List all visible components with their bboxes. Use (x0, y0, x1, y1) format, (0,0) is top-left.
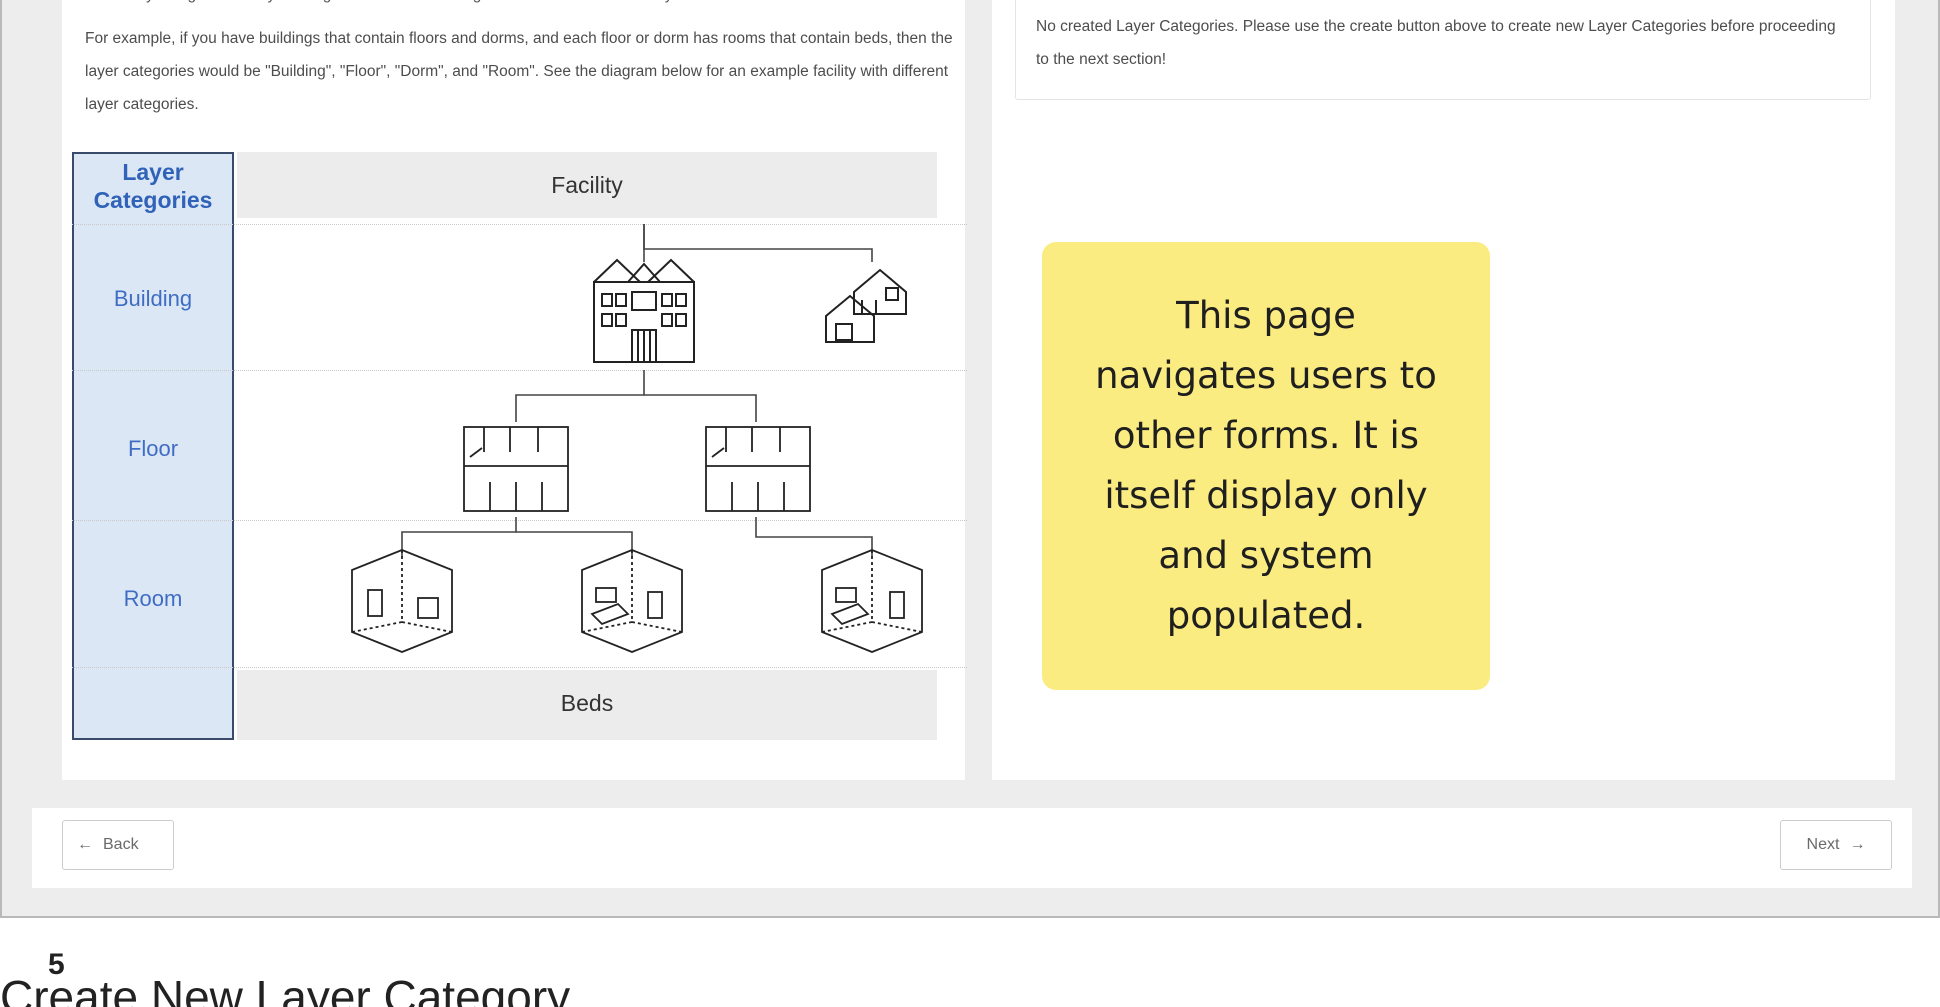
next-button-label: Next (1806, 836, 1840, 853)
house-icon (825, 268, 907, 343)
back-button[interactable]: ← Back (62, 820, 174, 870)
app-frame: the facility is organized. Layer categor… (0, 0, 1940, 918)
back-button-label: Back (103, 836, 139, 853)
intro-top-line: the facility is organized. Layer categor… (85, 0, 965, 11)
intro-paragraph: For example, if you have buildings that … (85, 30, 953, 113)
annotation-sticky-note: This page navigates users to other forms… (1042, 242, 1490, 690)
building-icon (593, 258, 695, 363)
floor-plan-icon (463, 426, 811, 512)
room-icon (351, 549, 923, 653)
hierarchy-illustration (351, 224, 923, 653)
annotation-text: This page navigates users to other forms… (1095, 294, 1437, 637)
section-title: Create New Layer Category (0, 971, 571, 1007)
empty-state-message: No created Layer Categories. Please use … (1036, 18, 1836, 68)
next-button[interactable]: Next → (1780, 820, 1892, 870)
layer-categories-diagram: Layer Categories Building Floor Room Fac… (72, 152, 967, 740)
form-footer: ← Back Next → (32, 808, 1912, 888)
arrow-left-icon: ← (77, 836, 93, 853)
arrow-right-icon: → (1849, 836, 1866, 853)
empty-state-card: No created Layer Categories. Please use … (1015, 0, 1871, 100)
layer-categories-info-panel: the facility is organized. Layer categor… (62, 0, 967, 780)
